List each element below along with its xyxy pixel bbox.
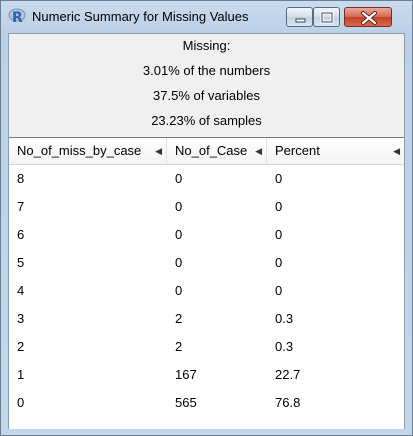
cell-miss-by-case: 8 xyxy=(17,171,25,186)
cell-no-of-case: 0 xyxy=(175,171,183,186)
close-icon xyxy=(361,11,377,25)
cell-percent: 0 xyxy=(275,283,283,298)
cell-percent: 0.3 xyxy=(275,311,294,326)
title-bar[interactable]: R Numeric Summary for Missing Values xyxy=(1,1,412,33)
missing-table: No_of_miss_by_case ◀ No_of_Case ◀ Percen… xyxy=(9,137,404,429)
table-row[interactable]: 0 565 76.8 xyxy=(9,389,404,416)
summary-samples: 23.23% of samples xyxy=(151,113,262,128)
cell-percent: 0 xyxy=(275,199,283,214)
sort-arrow-icon: ◀ xyxy=(255,146,262,156)
r-logo-icon: R xyxy=(8,8,26,25)
column-header-no-of-case[interactable]: No_of_Case ◀ xyxy=(167,138,267,164)
cell-miss-by-case: 4 xyxy=(17,283,25,298)
svg-text:R: R xyxy=(12,10,23,25)
table-row[interactable]: 7 0 0 xyxy=(9,193,404,220)
cell-no-of-case: 167 xyxy=(175,367,197,382)
table-row[interactable]: 8 0 0 xyxy=(9,165,404,192)
table-row[interactable]: 4 0 0 xyxy=(9,277,404,304)
cell-percent: 0 xyxy=(275,171,283,186)
cell-miss-by-case: 2 xyxy=(17,339,25,354)
cell-miss-by-case: 7 xyxy=(17,199,25,214)
summary-variables: 37.5% of variables xyxy=(153,88,260,103)
cell-miss-by-case: 6 xyxy=(17,227,25,242)
column-header-label: Percent xyxy=(275,143,320,158)
missing-summary: Missing: 3.01% of the numbers 37.5% of v… xyxy=(9,34,404,134)
maximize-icon xyxy=(320,11,334,24)
table-row[interactable]: 3 2 0.3 xyxy=(9,305,404,332)
column-header-label: No_of_miss_by_case xyxy=(17,143,142,158)
window-title: Numeric Summary for Missing Values xyxy=(32,9,249,24)
cell-no-of-case: 2 xyxy=(175,311,183,326)
minimize-button[interactable] xyxy=(286,7,313,27)
cell-no-of-case: 0 xyxy=(175,227,183,242)
cell-no-of-case: 0 xyxy=(175,255,183,270)
close-button[interactable] xyxy=(344,7,392,27)
cell-percent: 22.7 xyxy=(275,367,301,382)
summary-numbers: 3.01% of the numbers xyxy=(142,63,271,78)
sort-arrow-icon: ◀ xyxy=(393,146,400,156)
table-header: No_of_miss_by_case ◀ No_of_Case ◀ Percen… xyxy=(9,138,404,165)
table-row[interactable]: 1 167 22.7 xyxy=(9,361,404,388)
column-header-percent[interactable]: Percent ◀ xyxy=(267,138,404,164)
cell-miss-by-case: 3 xyxy=(17,311,25,326)
cell-percent: 0.3 xyxy=(275,339,294,354)
column-header-label: No_of_Case xyxy=(175,143,248,158)
summary-heading: Missing: xyxy=(182,38,231,53)
minimize-icon xyxy=(295,18,306,23)
cell-no-of-case: 0 xyxy=(175,283,183,298)
sort-arrow-icon: ◀ xyxy=(155,146,162,156)
cell-no-of-case: 0 xyxy=(175,199,183,214)
app-window: R Numeric Summary for Missing Values Mis… xyxy=(0,0,413,436)
cell-miss-by-case: 1 xyxy=(17,367,25,382)
table-row[interactable]: 5 0 0 xyxy=(9,249,404,276)
cell-no-of-case: 565 xyxy=(175,395,197,410)
cell-miss-by-case: 5 xyxy=(17,255,25,270)
cell-percent: 0 xyxy=(275,255,283,270)
table-row[interactable]: 2 2 0.3 xyxy=(9,333,404,360)
cell-no-of-case: 2 xyxy=(175,339,183,354)
maximize-button[interactable] xyxy=(313,7,340,27)
cell-percent: 0 xyxy=(275,227,283,242)
table-row[interactable]: 6 0 0 xyxy=(9,221,404,248)
cell-percent: 76.8 xyxy=(275,395,301,410)
window-content: Missing: 3.01% of the numbers 37.5% of v… xyxy=(8,33,405,429)
column-header-miss-by-case[interactable]: No_of_miss_by_case ◀ xyxy=(9,138,167,164)
cell-miss-by-case: 0 xyxy=(17,395,25,410)
